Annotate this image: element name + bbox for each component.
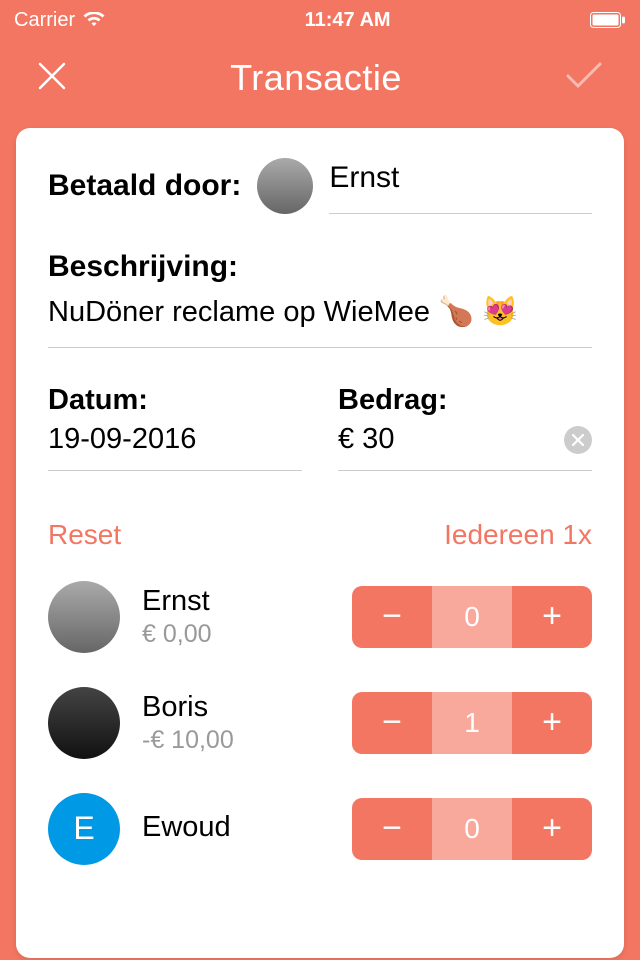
confirm-icon[interactable] bbox=[564, 60, 604, 97]
description-section: Beschrijving: NuDöner reclame op WieMee … bbox=[48, 250, 592, 348]
clear-amount-icon[interactable] bbox=[564, 426, 592, 454]
page-title: Transactie bbox=[230, 57, 402, 99]
paid-by-avatar[interactable] bbox=[257, 158, 313, 214]
quantity-stepper: − 1 + bbox=[352, 692, 592, 754]
amount-input[interactable]: € 30 bbox=[338, 423, 592, 471]
stepper-value: 0 bbox=[432, 586, 512, 648]
quantity-stepper: − 0 + bbox=[352, 798, 592, 860]
participant-name: Ewoud bbox=[142, 810, 330, 845]
participant-name: Boris bbox=[142, 690, 330, 725]
avatar[interactable] bbox=[48, 581, 120, 653]
clock: 11:47 AM bbox=[305, 9, 391, 32]
stepper-minus[interactable]: − bbox=[352, 586, 432, 648]
close-icon[interactable] bbox=[36, 60, 68, 97]
description-label: Beschrijving: bbox=[48, 250, 592, 284]
participants-list: Ernst € 0,00 − 0 + Boris -€ 10,00 − 1 + … bbox=[48, 581, 592, 865]
stepper-plus[interactable]: + bbox=[512, 586, 592, 648]
description-input[interactable]: NuDöner reclame op WieMee 🍗 😻 bbox=[48, 292, 592, 348]
actions-row: Reset Iedereen 1x bbox=[48, 519, 592, 551]
everyone-button[interactable]: Iedereen 1x bbox=[444, 519, 592, 551]
stepper-value: 0 bbox=[432, 798, 512, 860]
nav-bar: Transactie bbox=[0, 40, 640, 128]
stepper-value: 1 bbox=[432, 692, 512, 754]
stepper-minus[interactable]: − bbox=[352, 692, 432, 754]
wifi-icon bbox=[83, 12, 105, 28]
battery-icon bbox=[590, 12, 626, 28]
participant-row: E Ewoud − 0 + bbox=[48, 793, 592, 865]
reset-button[interactable]: Reset bbox=[48, 519, 121, 551]
stepper-plus[interactable]: + bbox=[512, 692, 592, 754]
participant-row: Ernst € 0,00 − 0 + bbox=[48, 581, 592, 653]
quantity-stepper: − 0 + bbox=[352, 586, 592, 648]
date-label: Datum: bbox=[48, 384, 302, 417]
amount-label: Bedrag: bbox=[338, 384, 592, 417]
avatar[interactable]: E bbox=[48, 793, 120, 865]
paid-by-row: Betaald door: Ernst bbox=[48, 158, 592, 214]
paid-by-name[interactable]: Ernst bbox=[329, 159, 592, 214]
avatar-letter: E bbox=[73, 810, 94, 847]
date-input[interactable]: 19-09-2016 bbox=[48, 423, 302, 471]
transaction-card: Betaald door: Ernst Beschrijving: NuDöne… bbox=[16, 128, 624, 958]
participant-row: Boris -€ 10,00 − 1 + bbox=[48, 687, 592, 759]
carrier-label: Carrier bbox=[14, 9, 75, 32]
participant-name: Ernst bbox=[142, 584, 330, 619]
participant-balance: € 0,00 bbox=[142, 620, 330, 649]
stepper-minus[interactable]: − bbox=[352, 798, 432, 860]
participant-balance: -€ 10,00 bbox=[142, 726, 330, 755]
stepper-plus[interactable]: + bbox=[512, 798, 592, 860]
date-amount-row: Datum: 19-09-2016 Bedrag: € 30 bbox=[48, 384, 592, 471]
avatar[interactable] bbox=[48, 687, 120, 759]
paid-by-label: Betaald door: bbox=[48, 169, 241, 203]
status-bar: Carrier 11:47 AM bbox=[0, 0, 640, 40]
